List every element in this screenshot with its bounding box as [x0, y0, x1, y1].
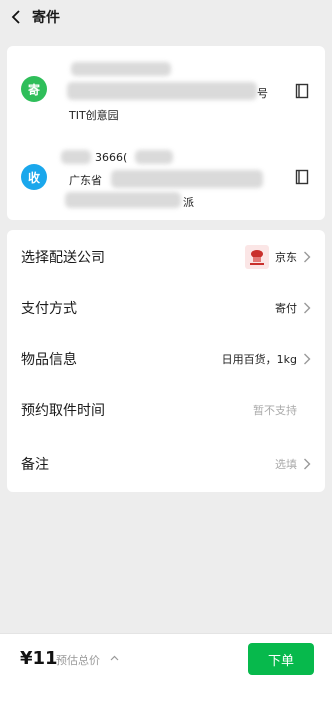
sender-address-line2: TIT创意园	[69, 109, 119, 122]
checkout-bar: ¥11 预估总价 下单	[0, 633, 332, 701]
item-info-row[interactable]: 物品信息 日用百货，1kg	[7, 335, 325, 383]
receiver-address-line2: 广东省	[69, 174, 102, 187]
pickup-time-row: 预约取件时间 暂不支持	[7, 386, 325, 434]
receiver-name-blurred	[61, 150, 91, 164]
payment-value: 寄付	[275, 302, 297, 315]
sender-name-blurred	[71, 62, 171, 76]
address-card: 寄 号 TIT创意园 收 3666( 广东省 派	[7, 46, 325, 220]
total-price: ¥11	[20, 648, 58, 669]
pickup-time-label: 预约取件时间	[21, 403, 105, 419]
receiver-phone: 3666(	[95, 151, 128, 164]
payment-label: 支付方式	[21, 301, 77, 317]
jd-logo-icon	[245, 245, 269, 269]
submit-order-button[interactable]: 下单	[248, 643, 314, 675]
chevron-up-icon[interactable]	[110, 655, 119, 661]
back-icon[interactable]	[2, 3, 30, 31]
payment-row[interactable]: 支付方式 寄付	[7, 284, 325, 332]
item-info-label: 物品信息	[21, 352, 77, 368]
receiver-address[interactable]: 收 3666( 广东省 派	[7, 142, 325, 216]
sender-address[interactable]: 寄 号 TIT创意园	[7, 54, 325, 128]
item-info-value: 日用百货，1kg	[221, 353, 297, 366]
courier-row[interactable]: 选择配送公司 京东	[7, 233, 325, 281]
sender-badge: 寄	[21, 76, 47, 102]
sender-address-suffix: 号	[257, 87, 268, 100]
note-label: 备注	[21, 457, 49, 473]
chevron-right-icon	[304, 458, 311, 470]
receiver-address-blurred-2	[65, 192, 181, 208]
courier-value: 京东	[275, 251, 297, 264]
courier-label: 选择配送公司	[21, 250, 105, 266]
receiver-address-blurred	[111, 170, 263, 188]
options-card: 选择配送公司 京东 支付方式 寄付 物品信息 日用百货，1kg 预约取件时间 暂…	[7, 230, 325, 492]
price-label[interactable]: 预估总价	[56, 652, 100, 668]
chevron-right-icon	[304, 302, 311, 314]
pickup-time-value: 暂不支持	[253, 404, 297, 417]
page-title: 寄件	[32, 10, 60, 26]
address-book-icon[interactable]	[295, 169, 309, 185]
chevron-right-icon	[304, 353, 311, 365]
top-bar: 寄件	[0, 0, 332, 34]
receiver-badge: 收	[21, 164, 47, 190]
note-value: 选填	[275, 458, 297, 471]
note-row[interactable]: 备注 选填	[7, 440, 325, 488]
receiver-address-suffix: 派	[183, 196, 194, 209]
sender-address-blurred	[67, 82, 257, 100]
address-book-icon[interactable]	[295, 83, 309, 99]
receiver-phone-blurred	[135, 150, 173, 164]
chevron-right-icon	[304, 251, 311, 263]
